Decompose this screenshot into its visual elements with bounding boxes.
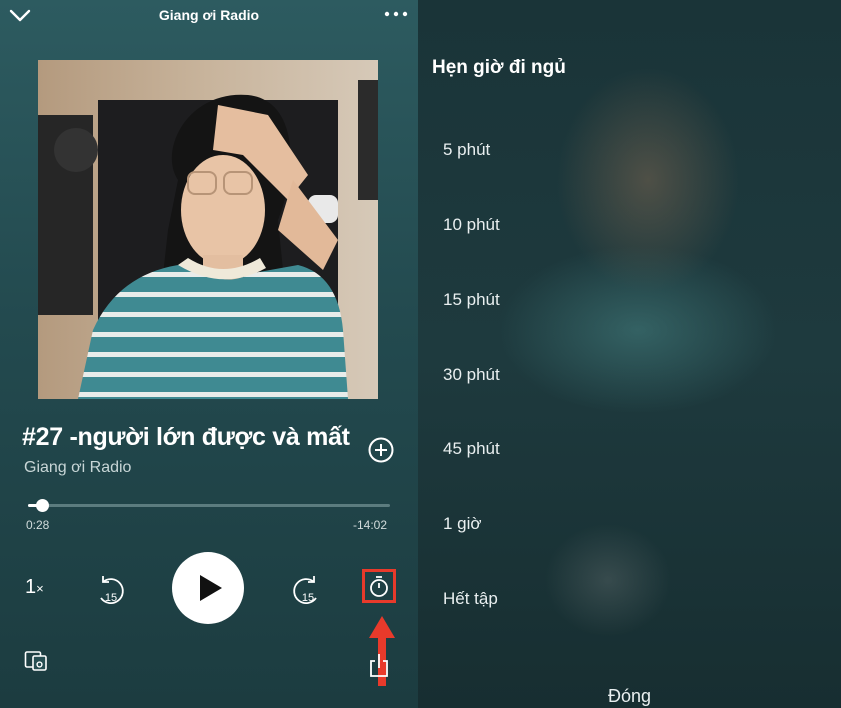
sleep-option-45-min[interactable]: 45 phút bbox=[443, 439, 500, 459]
progress-knob[interactable] bbox=[36, 499, 50, 512]
devices-icon[interactable] bbox=[24, 650, 48, 672]
episode-artwork bbox=[38, 60, 378, 399]
skip-forward-icon: 15 bbox=[293, 576, 317, 604]
track-artist[interactable]: Giang ơi Radio bbox=[24, 459, 131, 477]
close-button[interactable]: Đóng bbox=[418, 686, 841, 707]
sleep-option-15-min[interactable]: 15 phút bbox=[443, 290, 500, 310]
header-title: Giang ơi Radio bbox=[158, 7, 260, 23]
more-options-icon[interactable] bbox=[380, 4, 412, 24]
skip-back-seconds: 15 bbox=[105, 592, 117, 604]
sleep-timer-icon bbox=[370, 576, 388, 597]
time-remaining: -14:02 bbox=[353, 518, 388, 532]
skip-forward-button[interactable]: 15 bbox=[288, 573, 324, 607]
skip-back-button[interactable]: 15 bbox=[93, 573, 129, 607]
sleep-timer-title: Hẹn giờ đi ngủ bbox=[432, 57, 566, 78]
play-icon bbox=[200, 575, 222, 601]
share-icon[interactable] bbox=[368, 652, 390, 678]
now-playing-screen: Giang ơi Radio #27 -người lớn được và mấ… bbox=[0, 0, 418, 708]
progress-bar[interactable] bbox=[28, 499, 390, 512]
add-icon[interactable] bbox=[367, 436, 395, 464]
sleep-timer-panel: Hẹn giờ đi ngủ 5 phút 10 phút 15 phút 30… bbox=[418, 0, 841, 708]
playback-speed-button[interactable]: 1× bbox=[25, 576, 44, 599]
speed-value: 1 bbox=[25, 576, 37, 598]
play-button[interactable] bbox=[172, 552, 244, 624]
skip-back-icon: 15 bbox=[100, 576, 124, 604]
sleep-option-5-min[interactable]: 5 phút bbox=[443, 140, 490, 160]
sleep-option-10-min[interactable]: 10 phút bbox=[443, 215, 500, 235]
sleep-option-end-of-episode[interactable]: Hết tập bbox=[443, 589, 498, 609]
track-title: #27 -người lớn được và mất bbox=[22, 423, 350, 451]
skip-forward-seconds: 15 bbox=[302, 592, 314, 604]
sleep-timer-button[interactable] bbox=[362, 569, 396, 603]
speed-unit: × bbox=[36, 581, 44, 596]
sleep-option-30-min[interactable]: 30 phút bbox=[443, 365, 500, 385]
sleep-option-1-hour[interactable]: 1 giờ bbox=[443, 514, 482, 534]
time-elapsed: 0:28 bbox=[26, 518, 50, 532]
